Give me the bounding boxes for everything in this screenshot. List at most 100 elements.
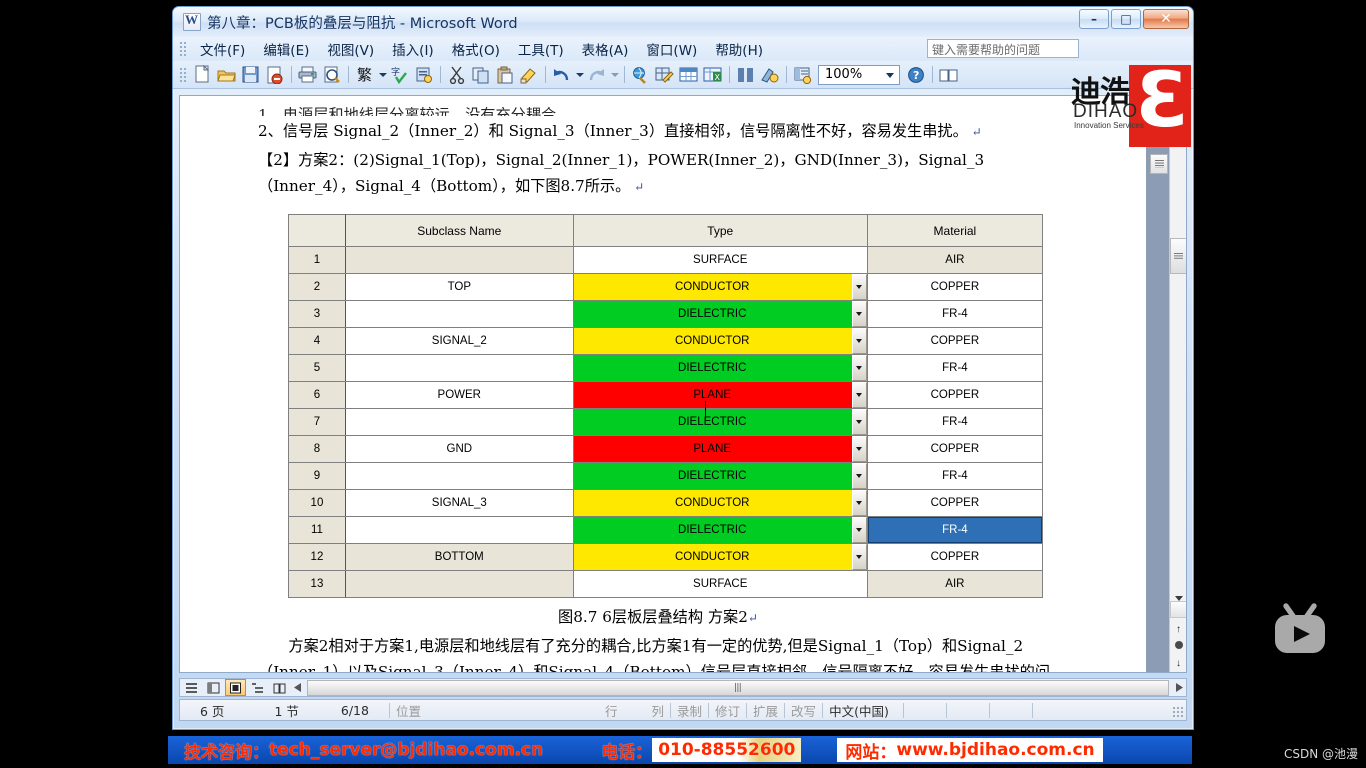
traditional-chinese-icon[interactable]: 繁 (353, 64, 376, 86)
save-icon[interactable] (239, 64, 262, 86)
type-dropdown-button[interactable] (851, 463, 867, 489)
cell-type[interactable]: DIELECTRIC (572, 300, 868, 328)
cell-subclass-name[interactable]: SIGNAL_3 (344, 489, 574, 517)
status-trk-toggle[interactable]: 修订 (709, 701, 746, 720)
view-button-print-layout[interactable] (225, 679, 246, 696)
table-row[interactable]: 8 GND PLANE COPPER (288, 435, 1044, 463)
cell-type[interactable]: CONDUCTOR (572, 327, 868, 355)
spelling-check-icon[interactable]: 字 (388, 64, 411, 86)
undo-dropdown-icon[interactable] (574, 64, 585, 86)
cell-material[interactable]: COPPER (866, 381, 1044, 409)
cell-material[interactable]: AIR (866, 570, 1044, 598)
menu-item-table[interactable]: 表格(A) (573, 37, 638, 61)
cell-type[interactable]: SURFACE (572, 246, 868, 274)
layer-stackup-table[interactable]: Subclass Name Type Material 1 SURFACE AIR 2… (288, 214, 1044, 598)
status-rec-toggle[interactable]: 录制 (671, 701, 708, 720)
cell-type[interactable]: CONDUCTOR (572, 489, 868, 517)
insert-hyperlink-icon[interactable] (629, 64, 652, 86)
table-row[interactable]: 3 DIELECTRIC FR-4 (288, 300, 1044, 328)
table-row[interactable]: 12 BOTTOM CONDUCTOR COPPER (288, 543, 1044, 571)
table-row[interactable]: 1 SURFACE AIR (288, 246, 1044, 274)
previous-page-button[interactable] (1172, 621, 1185, 634)
redo-icon[interactable] (585, 64, 608, 86)
cell-material[interactable]: COPPER (866, 489, 1044, 517)
word-document-icon[interactable] (183, 12, 201, 31)
cut-icon[interactable] (445, 64, 468, 86)
cell-type[interactable]: DIELECTRIC (572, 462, 868, 490)
menu-item-tools[interactable]: 工具(T) (509, 37, 573, 61)
type-dropdown-button[interactable] (851, 328, 867, 354)
cell-subclass-name[interactable]: TOP (344, 273, 574, 301)
resize-grip[interactable] (1172, 706, 1184, 718)
table-row[interactable]: 5 DIELECTRIC FR-4 (288, 354, 1044, 382)
cell-material[interactable]: COPPER (866, 273, 1044, 301)
close-button[interactable]: ✕ (1143, 9, 1189, 29)
type-dropdown-button[interactable] (851, 544, 867, 570)
select-browse-object-button[interactable] (1172, 638, 1185, 651)
copy-icon[interactable] (469, 64, 492, 86)
cell-subclass-name[interactable]: POWER (344, 381, 574, 409)
zoom-combobox[interactable]: 100% (818, 64, 900, 85)
type-dropdown-button[interactable] (851, 274, 867, 300)
cell-type[interactable]: DIELECTRIC (572, 408, 868, 436)
cell-material[interactable]: FR-4 (866, 408, 1044, 436)
view-button-normal[interactable] (181, 679, 202, 696)
help-icon[interactable]: ? (904, 64, 927, 86)
columns-icon[interactable] (734, 64, 757, 86)
type-dropdown-button[interactable] (851, 382, 867, 408)
horizontal-scrollbar-thumb[interactable] (307, 679, 1169, 696)
new-document-icon[interactable] (191, 64, 214, 86)
cell-material[interactable]: COPPER (866, 327, 1044, 355)
insert-excel-worksheet-icon[interactable]: X (701, 64, 724, 86)
status-language[interactable]: 中文(中国) (823, 701, 895, 720)
cell-type[interactable]: SURFACE (572, 570, 868, 598)
undo-icon[interactable] (550, 64, 573, 86)
type-dropdown-button[interactable] (851, 409, 867, 435)
vertical-scrollbar-thumb[interactable] (1170, 238, 1186, 274)
scroll-right-button[interactable] (1171, 679, 1186, 696)
mail-recipient-icon[interactable] (263, 64, 286, 86)
insert-table-icon[interactable] (677, 64, 700, 86)
paste-icon[interactable] (493, 64, 516, 86)
cell-material[interactable]: COPPER (866, 543, 1044, 571)
cell-subclass-name[interactable] (344, 300, 574, 328)
toolbar-grip-handle[interactable] (179, 66, 186, 83)
type-dropdown-button[interactable] (851, 517, 867, 543)
cell-subclass-name[interactable]: BOTTOM (344, 543, 574, 571)
cell-material[interactable]: FR-4 (866, 516, 1044, 544)
view-button-outline[interactable] (247, 679, 268, 696)
scroll-down-button[interactable] (1170, 601, 1186, 618)
status-ovr-toggle[interactable]: 改写 (785, 701, 822, 720)
ask-a-question-input[interactable]: 键入需要帮助的问题 (927, 39, 1079, 58)
next-page-button[interactable] (1172, 655, 1185, 668)
cell-material[interactable]: FR-4 (866, 300, 1044, 328)
print-preview-icon[interactable] (320, 64, 343, 86)
cell-type[interactable]: CONDUCTOR (572, 273, 868, 301)
maximize-button[interactable]: □ (1111, 9, 1141, 29)
cell-type[interactable]: PLANE (572, 435, 868, 463)
tables-and-borders-icon[interactable] (653, 64, 676, 86)
document-split-handle[interactable] (1150, 154, 1168, 174)
cell-type[interactable]: DIELECTRIC (572, 516, 868, 544)
cell-type[interactable]: PLANE (572, 381, 868, 409)
menu-item-format[interactable]: 格式(O) (443, 37, 509, 61)
reading-layout-icon[interactable] (937, 64, 960, 86)
table-row[interactable]: 2 TOP CONDUCTOR COPPER (288, 273, 1044, 301)
print-icon[interactable] (296, 64, 319, 86)
status-ext-toggle[interactable]: 扩展 (747, 701, 784, 720)
menu-grip-handle[interactable] (179, 41, 186, 57)
scroll-left-button[interactable] (290, 679, 305, 696)
horizontal-scrollbar-track[interactable] (307, 679, 1169, 696)
type-dropdown-button[interactable] (851, 355, 867, 381)
traditional-chinese-dropdown-icon[interactable] (377, 64, 388, 86)
cell-subclass-name[interactable]: GND (344, 435, 574, 463)
cell-subclass-name[interactable] (344, 408, 574, 436)
menu-item-insert[interactable]: 插入(I) (383, 37, 443, 61)
table-row[interactable]: 6 POWER PLANE COPPER (288, 381, 1044, 409)
table-row[interactable]: 9 DIELECTRIC FR-4 (288, 462, 1044, 490)
chevron-down-icon[interactable] (883, 69, 897, 83)
type-dropdown-button[interactable] (851, 436, 867, 462)
redo-dropdown-icon[interactable] (609, 64, 620, 86)
table-row[interactable]: 4 SIGNAL_2 CONDUCTOR COPPER (288, 327, 1044, 355)
open-folder-icon[interactable] (215, 64, 238, 86)
